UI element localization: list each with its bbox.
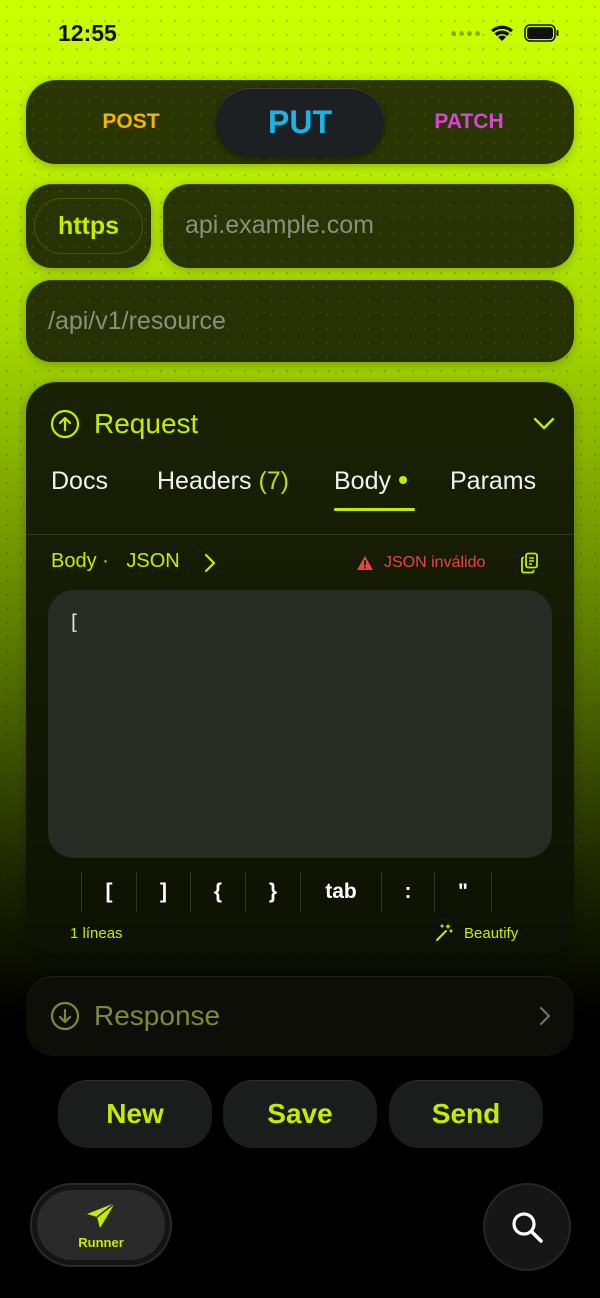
path-placeholder: /api/v1/resource (48, 307, 226, 335)
tab-params[interactable]: Params (450, 467, 536, 496)
new-button[interactable]: New (58, 1080, 212, 1148)
body-crumb-label: Body (51, 550, 97, 572)
body-format-selector[interactable]: Body · JSON (51, 550, 180, 573)
warning-text: JSON inválido (384, 554, 486, 571)
key-open-bracket[interactable]: [ (81, 872, 136, 912)
key-colon[interactable]: : (381, 872, 434, 912)
line-count: 1 líneas (70, 925, 123, 942)
save-button[interactable]: Save (223, 1080, 377, 1148)
magic-wand-icon (436, 924, 453, 941)
request-header[interactable]: Request (50, 408, 198, 440)
method-patch-button[interactable]: PATCH (404, 80, 534, 164)
scheme-container: https (26, 184, 151, 268)
body-toolbar: Body · JSON JSON inválido (51, 550, 551, 580)
beautify-button[interactable]: Beautify (434, 923, 518, 943)
copy-icon[interactable] (521, 552, 539, 574)
tab-headers[interactable]: Headers (7) (157, 467, 289, 496)
body-editor[interactable]: [ (48, 590, 552, 858)
headers-count-badge: (7) (258, 467, 290, 495)
request-panel: Request Docs Headers (7) Body Params Bod… (26, 382, 574, 954)
battery-icon (524, 24, 560, 42)
response-title: Response (94, 1000, 221, 1031)
method-selector: POST PUT PATCH (26, 80, 574, 164)
status-time: 12:55 (58, 20, 117, 46)
arrow-up-circle-icon (50, 409, 80, 439)
tab-headers-label: Headers (157, 467, 252, 495)
beautify-label: Beautify (464, 924, 519, 942)
key-close-brace[interactable]: } (245, 872, 300, 912)
tab-body[interactable]: Body (334, 467, 407, 496)
runner-label: Runner (78, 1234, 124, 1250)
response-panel[interactable]: Response (26, 976, 574, 1056)
status-icons (451, 24, 560, 42)
status-bar: 12:55 (0, 0, 600, 70)
active-tab-indicator (334, 508, 415, 511)
path-field[interactable]: /api/v1/resource (26, 280, 574, 362)
signal-icon (451, 30, 480, 36)
crumb-separator: · (102, 550, 109, 572)
request-title: Request (94, 408, 199, 439)
tab-body-label: Body (334, 467, 391, 495)
request-tabs: Docs Headers (7) Body Params (51, 467, 551, 511)
body-format-label: JSON (126, 550, 180, 572)
host-field[interactable]: api.example.com (163, 184, 574, 268)
runner-tab[interactable]: Runner (30, 1183, 172, 1267)
arrow-down-circle-icon (50, 1001, 80, 1031)
search-button[interactable] (483, 1183, 571, 1271)
runner-tab-inner: Runner (37, 1190, 165, 1260)
paper-plane-icon (87, 1201, 116, 1228)
search-icon (512, 1212, 543, 1243)
body-modified-dot (398, 476, 407, 485)
host-placeholder: api.example.com (185, 211, 374, 239)
key-close-bracket[interactable]: ] (136, 872, 190, 912)
chevron-right-icon[interactable] (203, 552, 217, 574)
editor-content: [ (68, 610, 81, 634)
response-header: Response (50, 1000, 220, 1032)
wifi-icon (490, 24, 514, 42)
tab-docs[interactable]: Docs (51, 467, 108, 496)
json-error-indicator: JSON inválido (356, 554, 485, 572)
key-accessory-bar: [ ] { } tab : " (81, 872, 492, 912)
method-put-button[interactable]: PUT (216, 88, 384, 156)
chevron-down-icon[interactable] (532, 415, 556, 431)
scheme-button[interactable]: https (34, 198, 143, 254)
send-button[interactable]: Send (389, 1080, 543, 1148)
key-quote[interactable]: " (434, 872, 492, 912)
tab-docs-label: Docs (51, 467, 108, 495)
chevron-right-icon (539, 1006, 551, 1026)
key-tab[interactable]: tab (300, 872, 381, 912)
warning-icon (357, 556, 373, 570)
key-open-brace[interactable]: { (190, 872, 245, 912)
tab-params-label: Params (450, 467, 537, 495)
method-post-button[interactable]: POST (66, 80, 196, 164)
divider (26, 534, 574, 535)
